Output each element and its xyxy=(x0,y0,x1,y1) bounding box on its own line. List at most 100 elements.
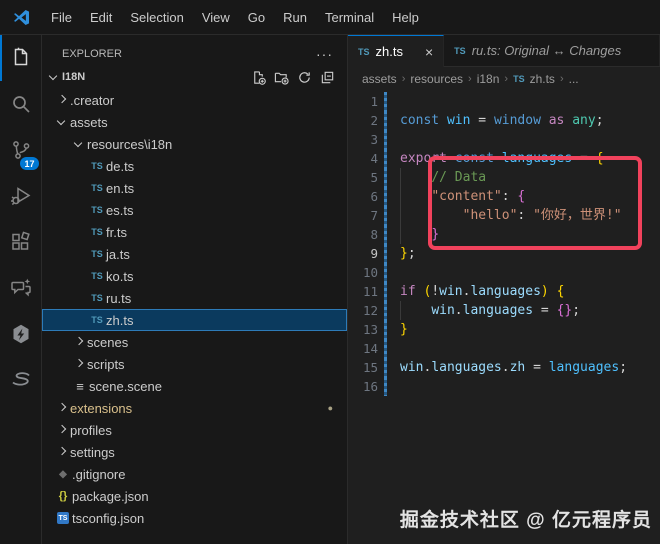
line-number[interactable]: 10 xyxy=(348,263,384,282)
line-number[interactable]: 5 xyxy=(348,168,384,187)
code-line-9[interactable]: 9}; xyxy=(348,244,660,263)
line-number[interactable]: 1 xyxy=(348,92,384,111)
breadcrumb-item[interactable]: resources xyxy=(410,72,463,86)
code-editor[interactable]: 1 2 const win = window as any; 3 4 export con… xyxy=(348,90,660,544)
code-line-4[interactable]: 4 export const languages = { xyxy=(348,149,660,168)
breadcrumb-item[interactable]: zh.ts xyxy=(530,72,555,86)
menu-go[interactable]: Go xyxy=(239,0,274,35)
menu-help[interactable]: Help xyxy=(383,0,428,35)
code-line-5[interactable]: 5 // Data xyxy=(348,168,660,187)
line-number[interactable]: 14 xyxy=(348,339,384,358)
code-line-1[interactable]: 1 xyxy=(348,92,660,111)
line-number[interactable]: 7 xyxy=(348,206,384,225)
tree-item-label: scene.scene xyxy=(89,378,162,394)
tree-item-en-ts[interactable]: TS en.ts xyxy=(42,177,347,199)
code-line-12[interactable]: 12 win.languages = {}; xyxy=(348,301,660,320)
tree-item-ja-ts[interactable]: TS ja.ts xyxy=(42,243,347,265)
watermark-text: 掘金技术社区 @ 亿元程序员 xyxy=(399,510,652,531)
workbench: 17 EXPLORER ··· I18N .creator assets resou… xyxy=(0,35,660,544)
tree-item-scene-scene[interactable]: ≡ scene.scene xyxy=(42,375,347,397)
ts-file-icon: TS xyxy=(91,293,103,303)
tree-item-es-ts[interactable]: TS es.ts xyxy=(42,199,347,221)
code-line-2[interactable]: 2 const win = window as any; xyxy=(348,111,660,130)
tree-item-extensions[interactable]: extensions ● xyxy=(42,397,347,419)
tree-item-fr-ts[interactable]: TS fr.ts xyxy=(42,221,347,243)
close-icon[interactable]: × xyxy=(425,44,433,60)
line-number[interactable]: 12 xyxy=(348,301,384,320)
tab-label: ru.ts: Original ↔ Changes xyxy=(471,43,622,58)
chevron-right-icon xyxy=(54,92,70,108)
activity-run-debug-icon[interactable] xyxy=(0,173,41,219)
chevron-down-icon xyxy=(71,136,87,152)
code-text: } xyxy=(400,225,439,244)
tree-item--creator[interactable]: .creator xyxy=(42,89,347,111)
tree-item-assets[interactable]: assets xyxy=(42,111,347,133)
menu-run[interactable]: Run xyxy=(274,0,316,35)
tree-item-package-json[interactable]: {} package.json xyxy=(42,485,347,507)
activity-extension-s-icon[interactable] xyxy=(0,357,41,403)
line-number[interactable]: 15 xyxy=(348,358,384,377)
line-number[interactable]: 9 xyxy=(348,244,384,263)
code-line-13[interactable]: 13} xyxy=(348,320,660,339)
activity-chat-icon[interactable] xyxy=(0,265,41,311)
menu-edit[interactable]: Edit xyxy=(81,0,121,35)
activity-source-control-icon[interactable]: 17 xyxy=(0,127,41,173)
indent-guide xyxy=(400,225,401,244)
line-number[interactable]: 3 xyxy=(348,130,384,149)
code-line-11[interactable]: 11 if (!win.languages) { xyxy=(348,282,660,301)
new-folder-icon[interactable] xyxy=(274,70,289,85)
tree-item-scripts[interactable]: scripts xyxy=(42,353,347,375)
code-line-15[interactable]: 15 win.languages.zh = languages; xyxy=(348,358,660,377)
line-number[interactable]: 4 xyxy=(348,149,384,168)
line-number[interactable]: 13 xyxy=(348,320,384,339)
code-text: if (!win.languages) { xyxy=(400,284,565,299)
tree-item-profiles[interactable]: profiles xyxy=(42,419,347,441)
activity-search-icon[interactable] xyxy=(0,81,41,127)
breadcrumb-item[interactable]: assets xyxy=(362,72,397,86)
tree-item--gitignore[interactable]: ◆ .gitignore xyxy=(42,463,347,485)
menu-view[interactable]: View xyxy=(193,0,239,35)
refresh-icon[interactable] xyxy=(297,70,312,85)
git-modified-gutter xyxy=(384,377,387,396)
menu-terminal[interactable]: Terminal xyxy=(316,0,383,35)
tab-ru-ts-diff[interactable]: TS ru.ts: Original ↔ Changes xyxy=(444,35,660,66)
breadcrumb-item[interactable]: i18n xyxy=(477,72,500,86)
code-line-8[interactable]: 8 } xyxy=(348,225,660,244)
code-line-16[interactable]: 16 xyxy=(348,377,660,396)
tree-item-settings[interactable]: settings xyxy=(42,441,347,463)
explorer-section-i18n[interactable]: I18N xyxy=(42,65,347,89)
tree-item-resources-i18n[interactable]: resources\i18n xyxy=(42,133,347,155)
tree-item-label: ru.ts xyxy=(106,290,132,306)
line-number[interactable]: 11 xyxy=(348,282,384,301)
menu-selection[interactable]: Selection xyxy=(121,0,192,35)
activity-extension-hex-icon[interactable] xyxy=(0,311,41,357)
line-number[interactable]: 8 xyxy=(348,225,384,244)
tree-item-label: fr.ts xyxy=(106,224,127,240)
code-line-7[interactable]: 7 "hello": "你好，世界!" xyxy=(348,206,660,225)
activity-explorer-icon[interactable] xyxy=(0,35,41,81)
tab-zh-ts[interactable]: TS zh.ts × xyxy=(348,35,445,67)
line-number[interactable]: 6 xyxy=(348,187,384,206)
vscode-logo xyxy=(0,8,42,27)
tree-item-zh-ts[interactable]: TS zh.ts xyxy=(42,309,347,331)
tree-item-de-ts[interactable]: TS de.ts xyxy=(42,155,347,177)
section-title: I18N xyxy=(62,71,86,83)
breadcrumb-item[interactable]: ... xyxy=(569,72,579,86)
chevron-right-icon xyxy=(71,356,87,372)
tree-item-tsconfig-json[interactable]: TS tsconfig.json xyxy=(42,507,347,529)
line-number[interactable]: 16 xyxy=(348,377,384,396)
explorer-more-actions-icon[interactable]: ··· xyxy=(316,46,333,62)
git-modified-gutter xyxy=(384,130,387,149)
tree-item-ru-ts[interactable]: TS ru.ts xyxy=(42,287,347,309)
tree-item-scenes[interactable]: scenes xyxy=(42,331,347,353)
new-file-icon[interactable] xyxy=(251,70,266,85)
line-number[interactable]: 2 xyxy=(348,111,384,130)
code-line-10[interactable]: 10 xyxy=(348,263,660,282)
code-line-3[interactable]: 3 xyxy=(348,130,660,149)
tree-item-ko-ts[interactable]: TS ko.ts xyxy=(42,265,347,287)
menu-file[interactable]: File xyxy=(42,0,81,35)
code-line-6[interactable]: 6 "content": { xyxy=(348,187,660,206)
collapse-all-icon[interactable] xyxy=(320,70,335,85)
activity-extensions-icon[interactable] xyxy=(0,219,41,265)
code-line-14[interactable]: 14 xyxy=(348,339,660,358)
